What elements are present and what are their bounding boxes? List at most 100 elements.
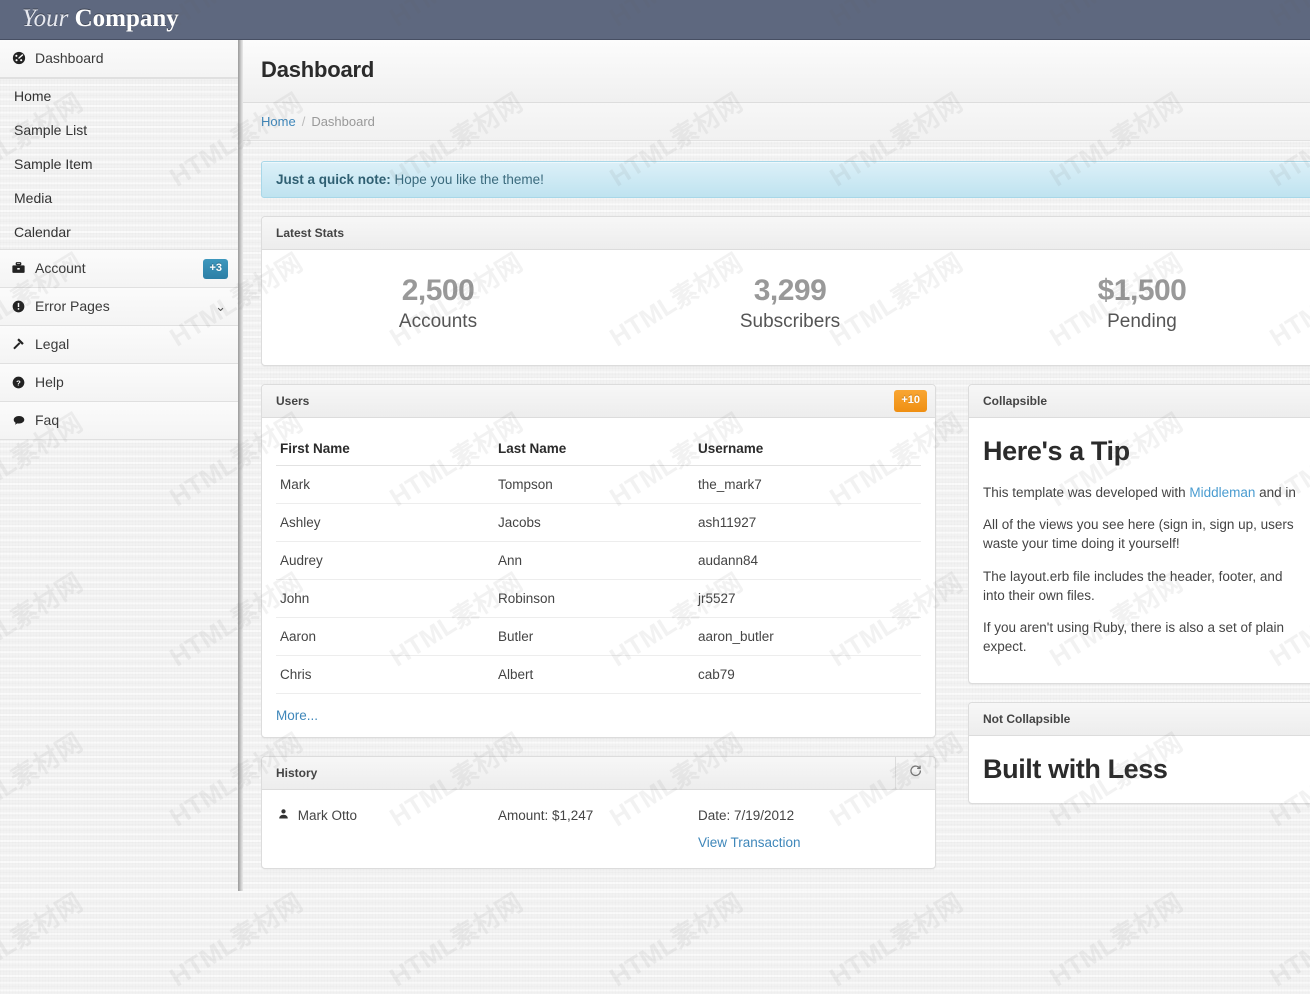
cell-first-name: Chris — [276, 656, 494, 694]
sidebar-item-sample-list[interactable]: Sample List — [0, 113, 238, 147]
watermark-text: HTML素材网 — [162, 883, 309, 994]
users-count-badge: +10 — [894, 390, 927, 412]
cell-username: jr5527 — [694, 580, 921, 618]
cell-first-name: Mark — [276, 466, 494, 504]
sidebar-item-media[interactable]: Media — [0, 181, 238, 215]
breadcrumb-link-home[interactable]: Home — [261, 114, 296, 129]
tip-paragraph-3: The layout.erb file includes the header,… — [983, 567, 1310, 605]
sidebar-item-error-pages[interactable]: Error Pages ⌄ — [0, 288, 238, 326]
watermark-text: HTML素材网 — [822, 883, 969, 994]
history-date-block: Date: 7/19/2012 View Transaction — [698, 808, 918, 850]
chevron-down-icon[interactable]: ⌄ — [215, 288, 226, 325]
refresh-icon[interactable] — [895, 757, 935, 789]
watermark-text: HTML素材网 — [1262, 883, 1310, 994]
stat-subscribers: 3,299 Subscribers — [614, 274, 966, 335]
table-row: Chris Albert cab79 — [276, 656, 921, 694]
table-row: Audrey Ann audann84 — [276, 542, 921, 580]
sidebar-item-label: Home — [14, 88, 51, 104]
cell-username: aaron_butler — [694, 618, 921, 656]
cell-last-name: Ann — [494, 542, 694, 580]
sidebar-item-label: Sample List — [14, 122, 87, 138]
not-collapsible-panel: Not Collapsible Built with Less — [968, 702, 1310, 804]
history-row: Mark Otto Amount: $1,247 Date: 7/19/2012… — [276, 804, 921, 854]
sidebar-item-dashboard[interactable]: Dashboard — [0, 40, 238, 78]
more-link[interactable]: More... — [276, 708, 318, 723]
stat-pending: $1,500 Pending — [966, 274, 1310, 335]
cell-last-name: Jacobs — [494, 504, 694, 542]
history-user: Mark Otto — [278, 808, 498, 850]
table-row: Mark Tompson the_mark7 — [276, 466, 921, 504]
sidebar-item-legal[interactable]: Legal — [0, 326, 238, 364]
cell-last-name: Robinson — [494, 580, 694, 618]
cell-first-name: Audrey — [276, 542, 494, 580]
table-row: John Robinson jr5527 — [276, 580, 921, 618]
svg-text:?: ? — [16, 378, 21, 387]
panel-heading: History — [262, 757, 935, 790]
tip-p1-before: This template was developed with — [983, 485, 1189, 500]
left-column: Users +10 First Name Last Name Username — [261, 384, 936, 887]
brand-light-text: Your — [22, 5, 68, 32]
cell-last-name: Albert — [494, 656, 694, 694]
sidebar-item-label: Faq — [35, 412, 59, 428]
collapsible-panel: Collapsible Here's a Tip This template w… — [968, 384, 1310, 684]
watermark-text: HTML素材网 — [0, 883, 89, 994]
tip-p2-line1: All of the views you see here (sign in, … — [983, 517, 1294, 532]
stat-label: Accounts — [262, 309, 614, 336]
cell-username: cab79 — [694, 656, 921, 694]
stat-value: $1,500 — [966, 274, 1310, 309]
tip-p1-after: and in — [1255, 485, 1296, 500]
tip-p4-line1: If you aren't using Ruby, there is also … — [983, 620, 1284, 635]
panel-heading: Users +10 — [262, 385, 935, 418]
panel-heading-label: History — [276, 766, 317, 780]
sidebar-item-home[interactable]: Home — [0, 79, 238, 113]
stats-row: 2,500 Accounts 3,299 Subscribers $1,500 … — [262, 250, 1310, 365]
top-bar: Your Company — [0, 0, 1310, 40]
dashboard-icon — [10, 40, 27, 77]
latest-stats-panel: Latest Stats 2,500 Accounts 3,299 Subscr… — [261, 216, 1310, 366]
tip-p2-line2: waste your time doing it yourself! — [983, 536, 1180, 551]
sidebar-item-help[interactable]: ? Help — [0, 364, 238, 402]
page-header: Dashboard — [243, 40, 1310, 103]
sidebar-item-account[interactable]: Account +3 — [0, 250, 238, 288]
brand-logo[interactable]: Your Company — [22, 5, 179, 33]
panel-body: First Name Last Name Username Mark Tomps… — [262, 418, 935, 737]
cell-first-name: Ashley — [276, 504, 494, 542]
columns-container: Users +10 First Name Last Name Username — [261, 384, 1310, 887]
sidebar-item-label: Calendar — [14, 224, 71, 240]
sidebar-item-faq[interactable]: Faq — [0, 402, 238, 440]
breadcrumb-current: Dashboard — [311, 114, 375, 129]
history-panel: History Mark Otto Amount: $1 — [261, 756, 936, 869]
sidebar-item-label: Dashboard — [35, 50, 104, 66]
view-transaction-link[interactable]: View Transaction — [698, 835, 918, 850]
table-row: Aaron Butler aaron_butler — [276, 618, 921, 656]
panel-heading: Not Collapsible — [969, 703, 1310, 736]
main-region: Just a quick note: Hope you like the the… — [243, 141, 1310, 887]
user-icon — [278, 808, 293, 823]
less-title: Built with Less — [983, 754, 1310, 785]
sidebar-item-label: Legal — [35, 336, 69, 352]
sidebar-item-sample-item[interactable]: Sample Item — [0, 147, 238, 181]
breadcrumb-separator: / — [296, 114, 312, 129]
comment-icon — [10, 402, 27, 439]
cell-username: the_mark7 — [694, 466, 921, 504]
question-circle-icon: ? — [10, 364, 27, 401]
panel-heading[interactable]: Collapsible — [969, 385, 1310, 418]
tip-paragraph-1: This template was developed with Middlem… — [983, 483, 1310, 502]
sidebar-item-label: Error Pages — [35, 298, 110, 314]
sidebar-item-calendar[interactable]: Calendar — [0, 215, 238, 249]
briefcase-icon — [10, 250, 27, 287]
breadcrumb: Home/Dashboard — [243, 103, 1310, 141]
cell-last-name: Butler — [494, 618, 694, 656]
watermark-text: HTML素材网 — [1042, 883, 1189, 994]
column-header-username: Username — [694, 432, 921, 466]
main-content: Dashboard Home/Dashboard Just a quick no… — [243, 40, 1310, 891]
sidebar: Dashboard Home Sample List Sample Item M… — [0, 40, 238, 891]
info-alert: Just a quick note: Hope you like the the… — [261, 161, 1310, 198]
middleman-link[interactable]: Middleman — [1189, 485, 1255, 500]
watermark-text: HTML素材网 — [602, 883, 749, 994]
tip-p3-line1: The layout.erb file includes the header,… — [983, 569, 1282, 584]
history-user-name: Mark Otto — [298, 808, 357, 823]
table-header-row: First Name Last Name Username — [276, 432, 921, 466]
stat-label: Pending — [966, 309, 1310, 336]
tip-p4-line2: expect. — [983, 639, 1027, 654]
